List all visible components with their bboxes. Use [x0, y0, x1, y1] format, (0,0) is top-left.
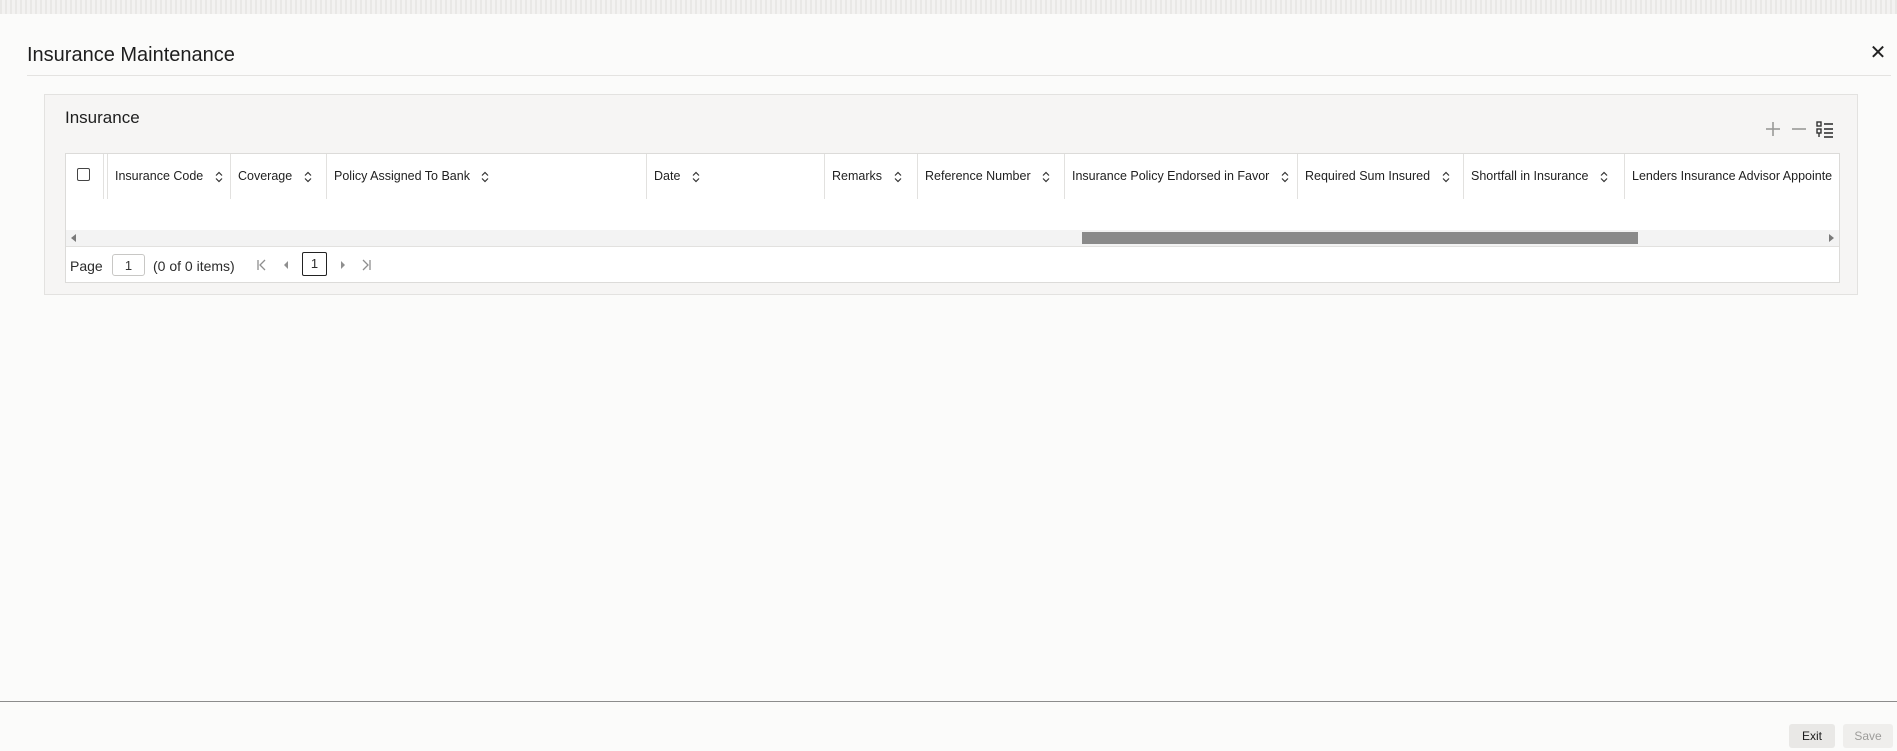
header-divider — [27, 75, 1891, 76]
scroll-right-icon[interactable] — [1829, 234, 1834, 242]
sort-icon[interactable] — [304, 171, 312, 183]
save-button[interactable]: Save — [1843, 724, 1893, 748]
column-header-required-sum-insured[interactable]: Required Sum Insured — [1298, 154, 1464, 199]
column-label: Reference Number — [925, 169, 1031, 184]
dialog-title: Insurance Maintenance — [27, 44, 235, 66]
first-page-icon[interactable] — [254, 257, 270, 273]
current-page-button[interactable]: 1 — [302, 252, 327, 276]
column-label: Insurance Code — [115, 169, 204, 184]
column-label: Insurance Policy Endorsed in Favor — [1072, 169, 1270, 184]
column-header-lenders-insurance-advisor[interactable]: Lenders Insurance Advisor Appointe — [1625, 154, 1839, 199]
scroll-left-icon[interactable] — [71, 234, 76, 242]
next-page-icon[interactable] — [335, 257, 351, 273]
grid-header: Insurance Code Coverage Policy Assigned … — [66, 154, 1839, 200]
column-label: Policy Assigned To Bank — [334, 169, 470, 184]
column-label: Remarks — [832, 169, 883, 184]
previous-page-icon[interactable] — [278, 257, 294, 273]
column-header-reference-number[interactable]: Reference Number — [918, 154, 1065, 199]
plus-icon[interactable] — [1762, 118, 1784, 140]
pagination-bar: Page (0 of 0 items) 1 — [66, 246, 1839, 282]
scrollbar-thumb[interactable] — [1082, 232, 1638, 244]
background-strip — [0, 0, 1897, 14]
insurance-grid: Insurance Code Coverage Policy Assigned … — [65, 153, 1840, 283]
dialog-footer: Exit Save — [0, 702, 1897, 751]
insurance-maintenance-dialog: Insurance Maintenance ✕ Insurance Insura… — [0, 14, 1897, 751]
sort-icon[interactable] — [1042, 171, 1050, 183]
sort-icon[interactable] — [481, 171, 489, 183]
column-header-policy-assigned-to-bank[interactable]: Policy Assigned To Bank — [327, 154, 647, 199]
column-label: Coverage — [238, 169, 293, 184]
column-header-date[interactable]: Date — [647, 154, 825, 199]
sort-icon[interactable] — [692, 171, 700, 183]
insurance-section: Insurance Insurance Code Coverage Policy… — [44, 94, 1858, 295]
sort-icon[interactable] — [1600, 171, 1608, 183]
column-header-coverage[interactable]: Coverage — [231, 154, 327, 199]
items-count: (0 of 0 items) — [153, 258, 235, 274]
section-title: Insurance — [65, 108, 140, 127]
sort-icon[interactable] — [215, 171, 223, 183]
sort-icon[interactable] — [894, 171, 902, 183]
column-label: Shortfall in Insurance — [1471, 169, 1589, 184]
column-header-remarks[interactable]: Remarks — [825, 154, 918, 199]
select-all-cell — [66, 154, 104, 199]
page-number-input[interactable] — [112, 254, 145, 276]
page-label: Page — [70, 258, 103, 274]
column-label: Lenders Insurance Advisor Appointe — [1632, 169, 1833, 184]
close-icon[interactable]: ✕ — [1868, 43, 1888, 63]
list-columns-icon[interactable] — [1814, 118, 1836, 140]
select-all-checkbox[interactable] — [77, 168, 90, 181]
horizontal-scrollbar[interactable] — [66, 230, 1839, 246]
column-header-shortfall-in-insurance[interactable]: Shortfall in Insurance — [1464, 154, 1625, 199]
column-label: Required Sum Insured — [1305, 169, 1431, 184]
sort-icon[interactable] — [1281, 171, 1289, 183]
grid-body-empty — [66, 199, 1839, 230]
column-header-insurance-policy-endorsed[interactable]: Insurance Policy Endorsed in Favor — [1065, 154, 1298, 199]
exit-button[interactable]: Exit — [1789, 724, 1835, 748]
minus-icon[interactable] — [1788, 118, 1810, 140]
sort-icon[interactable] — [1442, 171, 1450, 183]
column-header-insurance-code[interactable]: Insurance Code — [108, 154, 231, 199]
last-page-icon[interactable] — [358, 257, 374, 273]
column-label: Date — [654, 169, 681, 184]
